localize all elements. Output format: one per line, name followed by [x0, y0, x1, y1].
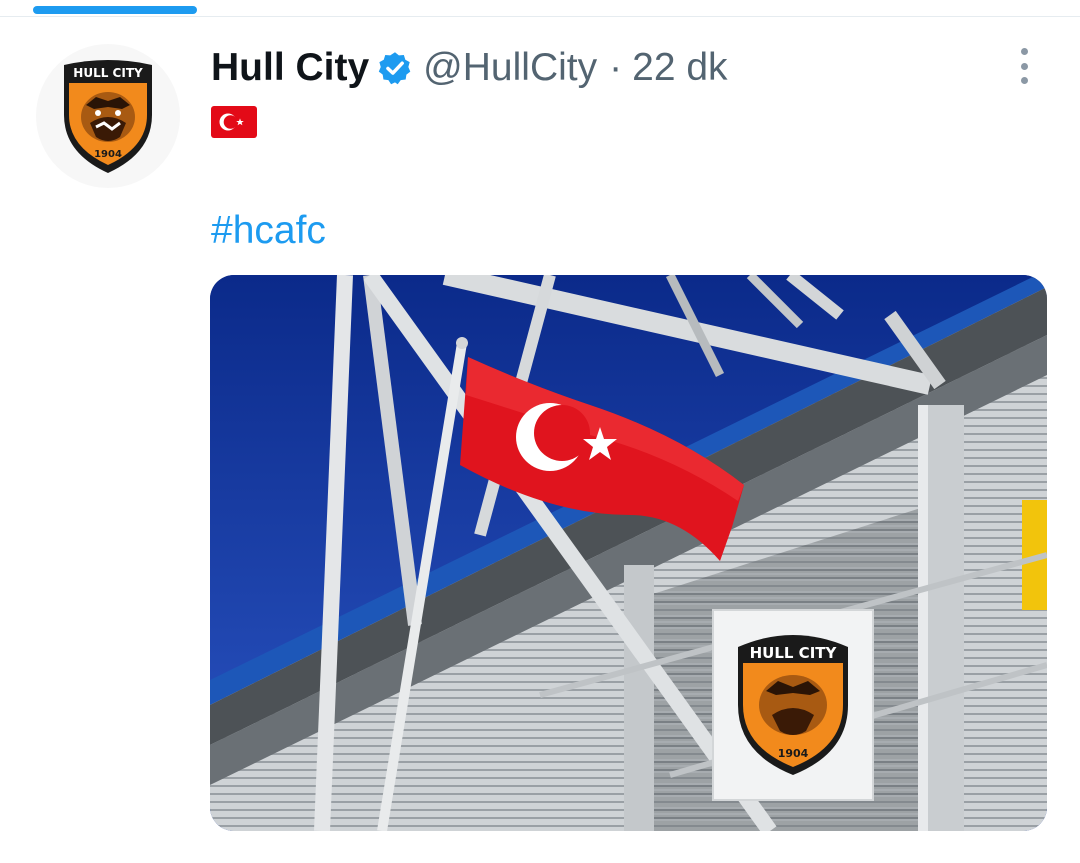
avatar[interactable]: HULL CITY 1904	[36, 44, 180, 188]
sign-year: 1904	[778, 747, 809, 760]
user-handle[interactable]: @HullCity	[423, 46, 597, 90]
sign-text: HULL CITY	[750, 644, 838, 662]
tweet-media-image[interactable]: HULL CITY 1904	[210, 275, 1047, 831]
more-options-icon[interactable]	[1004, 44, 1044, 88]
tweet-screen: HULL CITY 1904 Hull City @HullCity · 22 …	[0, 0, 1080, 863]
stadium-sign: HULL CITY 1904	[712, 609, 874, 801]
top-divider	[0, 16, 1080, 17]
hashtag-link[interactable]: #hcafc	[211, 209, 326, 253]
display-name[interactable]: Hull City	[211, 46, 369, 90]
tweet-header: Hull City @HullCity · 22 dk	[211, 42, 728, 94]
timestamp[interactable]: 22 dk	[632, 46, 727, 90]
active-tab-indicator	[33, 6, 197, 14]
avatar-crest-year: 1904	[94, 149, 122, 160]
verified-badge-icon	[377, 50, 413, 86]
hull-city-crest-icon: HULL CITY 1904	[64, 60, 152, 173]
flag-turkey-icon	[211, 106, 257, 138]
avatar-crest-text: HULL CITY	[73, 66, 143, 80]
separator-dot: ·	[609, 46, 623, 89]
